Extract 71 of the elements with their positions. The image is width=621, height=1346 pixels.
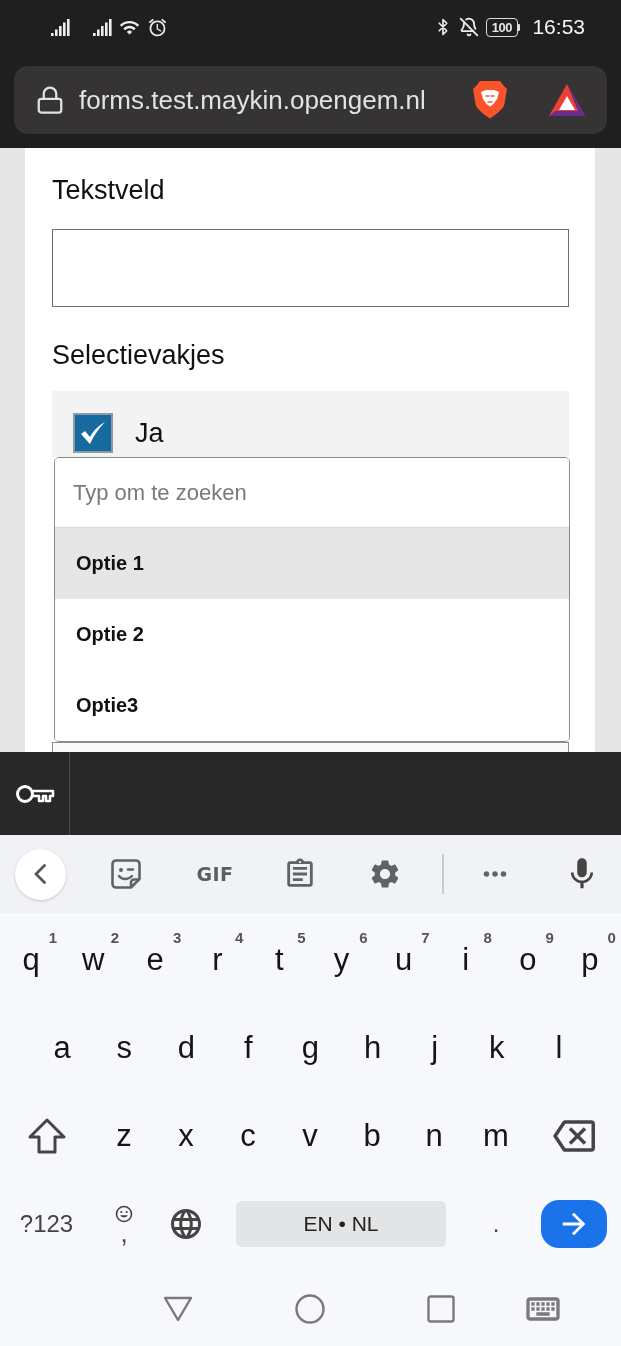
home-icon[interactable] <box>295 1293 325 1324</box>
letter-key[interactable]: o <box>519 942 537 978</box>
number-hint: 3 <box>172 930 182 946</box>
number-hint: 1 <box>48 930 58 946</box>
letter-key[interactable]: w <box>81 942 105 978</box>
letter-key[interactable]: l <box>555 1030 563 1066</box>
gif-button[interactable]: GIF <box>196 863 234 885</box>
text-input[interactable] <box>52 229 569 307</box>
battery-indicator: 100 <box>485 17 521 37</box>
input-field[interactable] <box>52 742 569 752</box>
bell-off-icon <box>458 17 479 37</box>
triangle-logo-icon[interactable] <box>548 83 586 117</box>
letter-key[interactable]: q <box>22 942 40 978</box>
chevron-left-icon <box>34 864 46 884</box>
symbols-key[interactable]: ?123 <box>19 1210 74 1238</box>
letter-key[interactable]: z <box>116 1118 132 1154</box>
letter-key[interactable]: g <box>301 1030 320 1066</box>
letter-key[interactable]: i <box>462 942 470 978</box>
search-field[interactable]: Typ om te zoeken <box>55 458 569 528</box>
number-hint: 4 <box>235 930 244 946</box>
period-key[interactable]: . <box>492 1210 500 1238</box>
address-bar[interactable]: forms.test.maykin.opengem.nl <box>14 66 607 134</box>
letter-key[interactable]: e <box>146 942 164 978</box>
space-bar[interactable]: EN • NL <box>236 1201 446 1247</box>
signal-icon <box>51 18 70 36</box>
letter-key[interactable]: n <box>425 1118 443 1154</box>
letter-key[interactable]: h <box>363 1030 382 1066</box>
enter-button[interactable] <box>541 1200 607 1248</box>
globe-icon[interactable] <box>168 1206 204 1242</box>
letter-key[interactable]: y <box>333 942 350 978</box>
number-hint: 6 <box>359 930 368 946</box>
url-text[interactable]: forms.test.maykin.opengem.nl <box>79 84 472 116</box>
number-hint: 8 <box>483 930 492 946</box>
letter-key[interactable]: f <box>244 1030 253 1066</box>
dropdown-option[interactable]: Optie 1 <box>55 528 569 599</box>
number-hint: 7 <box>421 930 430 946</box>
checkbox[interactable] <box>73 413 113 453</box>
key-icon[interactable] <box>14 782 55 805</box>
checkmark-icon <box>79 421 107 445</box>
letter-key[interactable]: r <box>212 942 223 978</box>
alarm-icon <box>147 16 168 38</box>
checkbox-label[interactable]: Ja <box>135 417 164 449</box>
letter-key[interactable]: b <box>363 1118 381 1154</box>
number-hint: 0 <box>607 930 616 946</box>
letter-key[interactable]: p <box>581 942 599 978</box>
letter-key[interactable]: a <box>53 1030 71 1066</box>
shift-icon[interactable] <box>26 1118 67 1154</box>
letter-key[interactable]: v <box>302 1118 318 1154</box>
smiley-icon <box>115 1205 133 1223</box>
letter-key[interactable]: d <box>177 1030 195 1066</box>
number-hint: 2 <box>110 930 120 946</box>
lion-shield-icon[interactable] <box>472 80 508 120</box>
clock-time: 16:53 <box>532 15 585 39</box>
lock-icon <box>35 85 65 115</box>
letter-key[interactable]: k <box>489 1030 505 1066</box>
field-label: Tekstveld <box>52 174 165 207</box>
recent-apps-icon[interactable] <box>427 1294 455 1323</box>
number-hint: 9 <box>545 930 554 946</box>
field-label: Selectievakjes <box>52 339 225 372</box>
back-button[interactable] <box>14 848 66 900</box>
letter-key[interactable]: c <box>240 1118 256 1154</box>
letter-key[interactable]: u <box>395 942 413 978</box>
back-icon[interactable] <box>163 1295 193 1322</box>
letter-key[interactable]: j <box>431 1030 439 1066</box>
sticker-icon[interactable] <box>110 858 142 890</box>
signal-icon <box>93 18 112 36</box>
letter-key[interactable]: s <box>116 1030 132 1066</box>
letter-key[interactable]: x <box>178 1118 194 1154</box>
letter-key[interactable]: m <box>483 1118 509 1154</box>
number-hint: 5 <box>297 930 306 946</box>
letter-key[interactable]: t <box>275 942 284 978</box>
